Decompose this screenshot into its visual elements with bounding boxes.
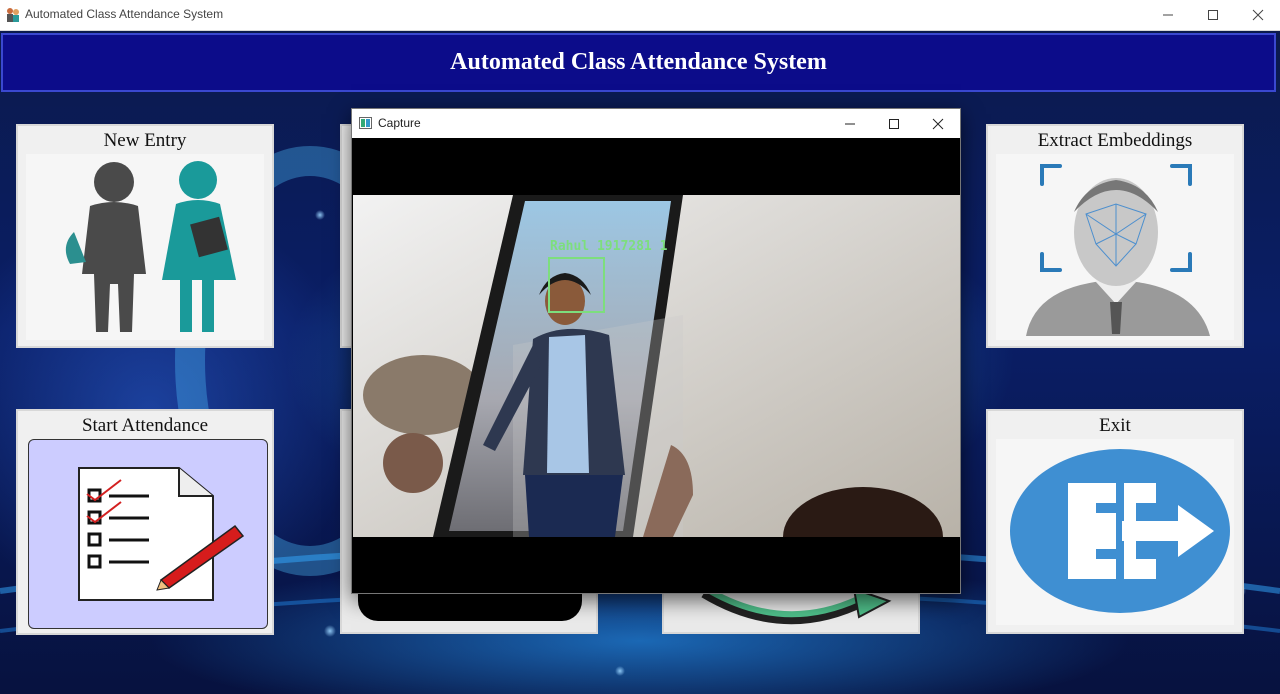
exit-door-icon xyxy=(1010,449,1230,613)
extract-embeddings-art xyxy=(996,154,1234,340)
new-entry-label: New Entry xyxy=(103,130,187,151)
new-entry-tile[interactable]: New Entry xyxy=(16,124,274,348)
close-button[interactable] xyxy=(1235,0,1280,30)
face-scan-icon xyxy=(1026,164,1210,336)
app-header: Automated Class Attendance System xyxy=(1,33,1276,92)
capture-close-button[interactable] xyxy=(916,109,960,138)
capture-window[interactable]: Capture Rahul 1917281 1 xyxy=(351,108,961,594)
window-title: Automated Class Attendance System xyxy=(25,7,224,21)
checklist-icon xyxy=(78,467,245,601)
capture-titlebar: Capture xyxy=(352,109,960,138)
camera-feed: Rahul 1917281 1 xyxy=(353,195,960,537)
close-icon xyxy=(1252,9,1264,21)
maximize-button[interactable] xyxy=(1190,0,1236,30)
exit-tile[interactable]: Exit xyxy=(986,409,1244,634)
window-titlebar: Automated Class Attendance System xyxy=(0,0,1280,31)
capture-window-icon xyxy=(359,117,372,129)
start-attendance-tile[interactable]: Start Attendance xyxy=(16,409,274,635)
minimize-button[interactable] xyxy=(1145,0,1191,30)
new-entry-art xyxy=(26,154,264,340)
students-icon xyxy=(65,161,236,332)
maximize-icon xyxy=(889,118,899,129)
minimize-icon xyxy=(1163,14,1173,16)
page-title: Automated Class Attendance System xyxy=(450,49,827,75)
capture-minimize-button[interactable] xyxy=(828,109,872,138)
capture-maximize-button[interactable] xyxy=(872,109,916,138)
face-detection-label: Rahul 1917281 1 xyxy=(550,239,668,254)
extract-embeddings-label: Extract Embeddings xyxy=(1037,130,1193,151)
extract-embeddings-tile[interactable]: Extract Embeddings xyxy=(986,124,1244,348)
capture-title: Capture xyxy=(378,116,421,130)
maximize-icon xyxy=(1208,10,1218,20)
close-icon xyxy=(932,118,944,129)
tile-art-fragment xyxy=(358,591,582,621)
app-icon xyxy=(7,8,19,22)
start-attendance-label: Start Attendance xyxy=(81,415,209,436)
start-attendance-art xyxy=(28,439,268,629)
exit-label: Exit xyxy=(1099,415,1131,436)
exit-art xyxy=(996,439,1234,625)
minimize-icon xyxy=(845,123,855,124)
